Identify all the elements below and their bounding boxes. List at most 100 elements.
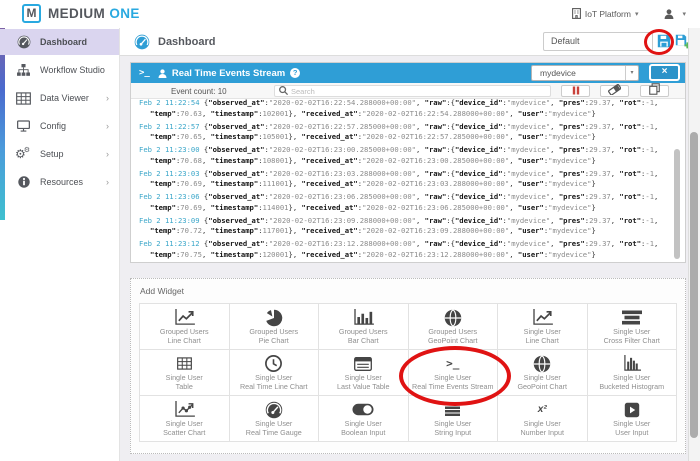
stream-toolbar: Event count: 10 [131, 83, 685, 99]
log-line: "temp":70.63, "timestamp":102001}, "rece… [139, 109, 671, 120]
sidebar-menu: Dashboard Workflow Studio Data Viewer › … [0, 29, 119, 195]
platform-menu[interactable]: IoT Platform ▾ [572, 8, 639, 19]
widget-label-line1: Single User [588, 373, 677, 382]
widget-label-line2: Scatter Chart [140, 428, 229, 437]
line-chart-icon [498, 308, 587, 327]
events-stream-header: >_ Real Time Events Stream ? mydevice ▾ … [131, 63, 685, 83]
globe-icon [409, 308, 498, 327]
logo-m-icon: M [22, 4, 41, 23]
widget-single-user-number-input[interactable]: x² Single User Number Input [498, 396, 588, 442]
log-line: Feb 2 11:23:06 {"observed_at":"2020-02-0… [139, 192, 671, 203]
caret-down-icon: ▾ [635, 10, 639, 18]
log-entry: Feb 2 11:23:00 {"observed_at":"2020-02-0… [139, 145, 671, 166]
copy-stream-button[interactable] [640, 85, 669, 97]
user-input-icon [588, 400, 677, 419]
sidebar-item-label: Setup [40, 149, 64, 159]
sidebar-item-label: Dashboard [40, 37, 87, 47]
sidebar-item-data-viewer[interactable]: Data Viewer › [0, 85, 119, 111]
widget-label-line1: Single User [319, 419, 408, 428]
widget-label-line1: Single User [230, 419, 319, 428]
page-scrollbar-thumb[interactable] [690, 132, 698, 438]
widget-single-user-boolean-input[interactable]: Single User Boolean Input [319, 396, 409, 442]
pause-stream-button[interactable] [561, 85, 590, 97]
widget-grouped-users-bar-chart[interactable]: Grouped Users Bar Chart [319, 304, 409, 350]
logo-one: ONE [109, 6, 139, 21]
terminal-icon: >_ [409, 354, 498, 373]
widget-single-user-geopoint-chart[interactable]: Single User GeoPoint Chart [498, 350, 588, 396]
widget-label-line1: Single User [498, 419, 587, 428]
widget-single-user-last-value-table[interactable]: Single User Last Value Table [319, 350, 409, 396]
sitemap-icon [16, 64, 31, 76]
widget-label-line1: Single User [409, 373, 498, 382]
close-panel-button[interactable]: × [649, 64, 680, 81]
widget-single-user-real-time-gauge[interactable]: Single User Real Time Gauge [230, 396, 320, 442]
user-menu[interactable]: ▾ [664, 9, 686, 19]
save-dashboard-button[interactable] [657, 34, 671, 48]
widget-single-user-scatter-chart[interactable]: Single User Scatter Chart [140, 396, 230, 442]
device-select-value: mydevice [540, 68, 576, 78]
page-title-label: Dashboard [158, 36, 215, 48]
widget-single-user-line-chart[interactable]: Single User Line Chart [498, 304, 588, 350]
search-icon [279, 82, 288, 100]
gauge-icon [134, 34, 150, 50]
widget-grouped-users-pie-chart[interactable]: Grouped Users Pie Chart [230, 304, 320, 350]
log-scrollbar-thumb[interactable] [674, 149, 680, 259]
widget-grouped-users-geopoint-chart[interactable]: Grouped Users GeoPoint Chart [409, 304, 499, 350]
events-stream-panel: >_ Real Time Events Stream ? mydevice ▾ … [130, 62, 686, 263]
device-select[interactable]: mydevice ▾ [531, 65, 639, 81]
widget-single-user-table[interactable]: Single User Table [140, 350, 230, 396]
chevron-right-icon: › [106, 149, 109, 159]
search-box [274, 85, 551, 97]
widget-single-user-real-time-line-chart[interactable]: Single User Real Time Line Chart [230, 350, 320, 396]
clock-icon [230, 354, 319, 373]
widget-label-line2: Real Time Line Chart [230, 382, 319, 391]
log-line: Feb 2 11:23:09 {"observed_at":"2020-02-0… [139, 216, 671, 227]
pause-icon [572, 82, 580, 100]
dashboard-select-value: Default [551, 36, 580, 46]
widget-label-line2: Last Value Table [319, 382, 408, 391]
last-value-table-icon [319, 354, 408, 373]
widget-single-user-cross-filter-chart[interactable]: Single User Cross Filter Chart [588, 304, 678, 350]
widget-single-user-string-input[interactable]: Single User String Input [409, 396, 499, 442]
panel-title: Real Time Events Stream [172, 68, 285, 79]
widget-label-line2: String Input [409, 428, 498, 437]
widget-label-line1: Grouped Users [409, 327, 498, 336]
event-log[interactable]: Feb 2 11:22:54 {"observed_at":"2020-02-0… [131, 99, 685, 262]
widget-label-line1: Single User [140, 373, 229, 382]
widget-label-line1: Single User [140, 419, 229, 428]
scatter-icon [140, 400, 229, 419]
help-icon[interactable]: ? [290, 68, 300, 78]
info-icon [16, 176, 31, 188]
toggle-icon [319, 400, 408, 419]
dashboard-select[interactable]: Default ▾ [543, 32, 653, 51]
histogram-icon [588, 354, 677, 373]
top-bar: M MEDIUM ONE IoT Platform ▾ ▾ [0, 0, 700, 28]
chevron-right-icon: › [106, 121, 109, 131]
widget-label-line2: Cross Filter Chart [588, 336, 677, 345]
widget-single-user-real-time-events-stream[interactable]: >_ Single User Real Time Events Stream [409, 350, 499, 396]
widget-single-user-user-input[interactable]: Single User User Input [588, 396, 678, 442]
sidebar: Dashboard Workflow Studio Data Viewer › … [0, 28, 120, 461]
sidebar-item-label: Resources [40, 177, 83, 187]
log-line: Feb 2 11:23:00 {"observed_at":"2020-02-0… [139, 145, 671, 156]
event-count-value: 10 [218, 87, 227, 96]
search-input[interactable] [291, 87, 546, 96]
user-icon [158, 69, 167, 78]
sidebar-item-setup[interactable]: ⚙⚙ Setup › [0, 141, 119, 167]
sidebar-item-config[interactable]: Config › [0, 113, 119, 139]
log-line: "temp":70.69, "timestamp":111001}, "rece… [139, 179, 671, 190]
widget-grid: Grouped Users Line Chart Grouped Users P… [139, 303, 677, 442]
widget-label-line1: Single User [498, 373, 587, 382]
building-icon [572, 8, 581, 19]
widget-label-line1: Grouped Users [319, 327, 408, 336]
sidebar-item-dashboard[interactable]: Dashboard [0, 29, 119, 55]
clear-stream-button[interactable] [600, 85, 629, 97]
widget-label-line1: Grouped Users [230, 327, 319, 336]
widget-grouped-users-line-chart[interactable]: Grouped Users Line Chart [140, 304, 230, 350]
log-line: "temp":70.65, "timestamp":105001}, "rece… [139, 132, 671, 143]
widget-label-line1: Single User [409, 419, 498, 428]
sidebar-item-resources[interactable]: Resources › [0, 169, 119, 195]
sidebar-item-workflow-studio[interactable]: Workflow Studio [0, 57, 119, 83]
widget-single-user-bucketed-histogram[interactable]: Single User Bucketed Histogram [588, 350, 678, 396]
widget-label-line1: Single User [498, 327, 587, 336]
